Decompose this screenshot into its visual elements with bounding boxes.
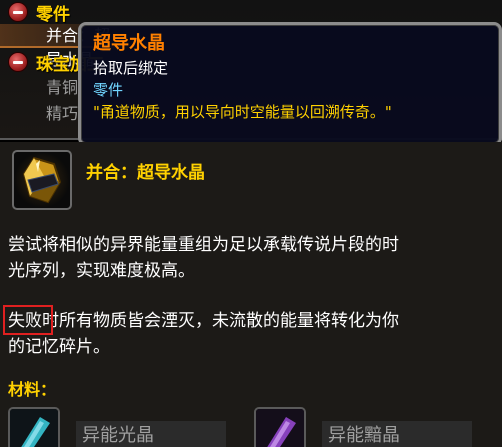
recipe-title: 并合：超导水晶 [86, 163, 205, 183]
category-label: 零件 [36, 4, 70, 25]
cyan-crystal-icon [8, 407, 60, 447]
category-parts[interactable]: 零件 [8, 0, 70, 25]
item-tooltip: 超导水晶 拾取后绑定 零件 "甬道物质，用以导向时空能量以回溯传奇。" [78, 22, 502, 146]
tooltip-title: 超导水晶 [93, 33, 165, 54]
material-slot[interactable]: 异能光晶 [8, 406, 226, 447]
tooltip-bind-text: 拾取后绑定 [93, 59, 169, 77]
recipe-detail-panel: 并合：超导水晶 尝试将相似的异界能量重组为足以承载传说片段的时 光序列，实现难度… [0, 142, 502, 447]
description-line: 尝试将相似的异界能量重组为足以承载传说片段的时 [8, 235, 399, 255]
purple-crystal-icon [254, 407, 306, 447]
description-line: 失败时所有物质皆会湮灭，未流散的能量将转化为你 [8, 311, 399, 331]
highlight-annotation-box [3, 305, 53, 335]
tooltip-item-type: 零件 [93, 81, 124, 99]
material-name: 异能黯晶 [322, 421, 472, 447]
materials-label: 材料： [8, 380, 57, 399]
material-slot[interactable]: 异能黯晶 [254, 406, 472, 447]
description-line: 的记忆碎片。 [8, 337, 110, 357]
tooltip-flavor-text: "甬道物质，用以导向时空能量以回溯传奇。" [93, 103, 392, 121]
collapse-icon[interactable] [8, 52, 28, 72]
superconductor-crystal-icon[interactable] [12, 150, 72, 210]
description-line: 光序列，实现难度极高。 [8, 261, 195, 281]
collapse-icon[interactable] [8, 2, 28, 22]
material-name: 异能光晶 [76, 421, 226, 447]
